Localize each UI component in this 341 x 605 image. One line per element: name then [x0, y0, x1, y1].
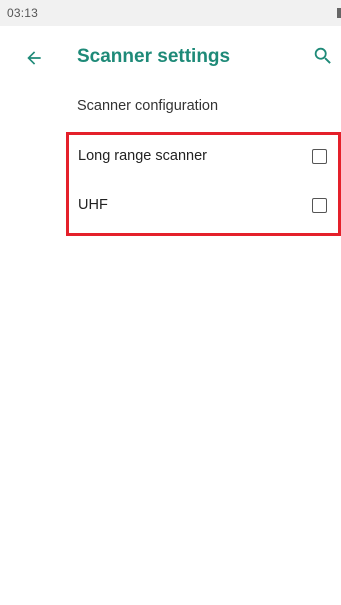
battery-icon [337, 8, 341, 18]
arrow-left-icon [27, 51, 41, 65]
page-title: Scanner settings [77, 46, 231, 67]
highlight-box [66, 132, 341, 236]
section-header: Scanner configuration [77, 98, 219, 114]
search-button[interactable] [310, 43, 336, 69]
search-icon [314, 47, 331, 64]
app-bar: Scanner settings [0, 26, 341, 88]
status-time: 03:13 [7, 6, 39, 20]
back-button[interactable] [20, 44, 48, 72]
status-bar: 03:13 [0, 0, 341, 26]
